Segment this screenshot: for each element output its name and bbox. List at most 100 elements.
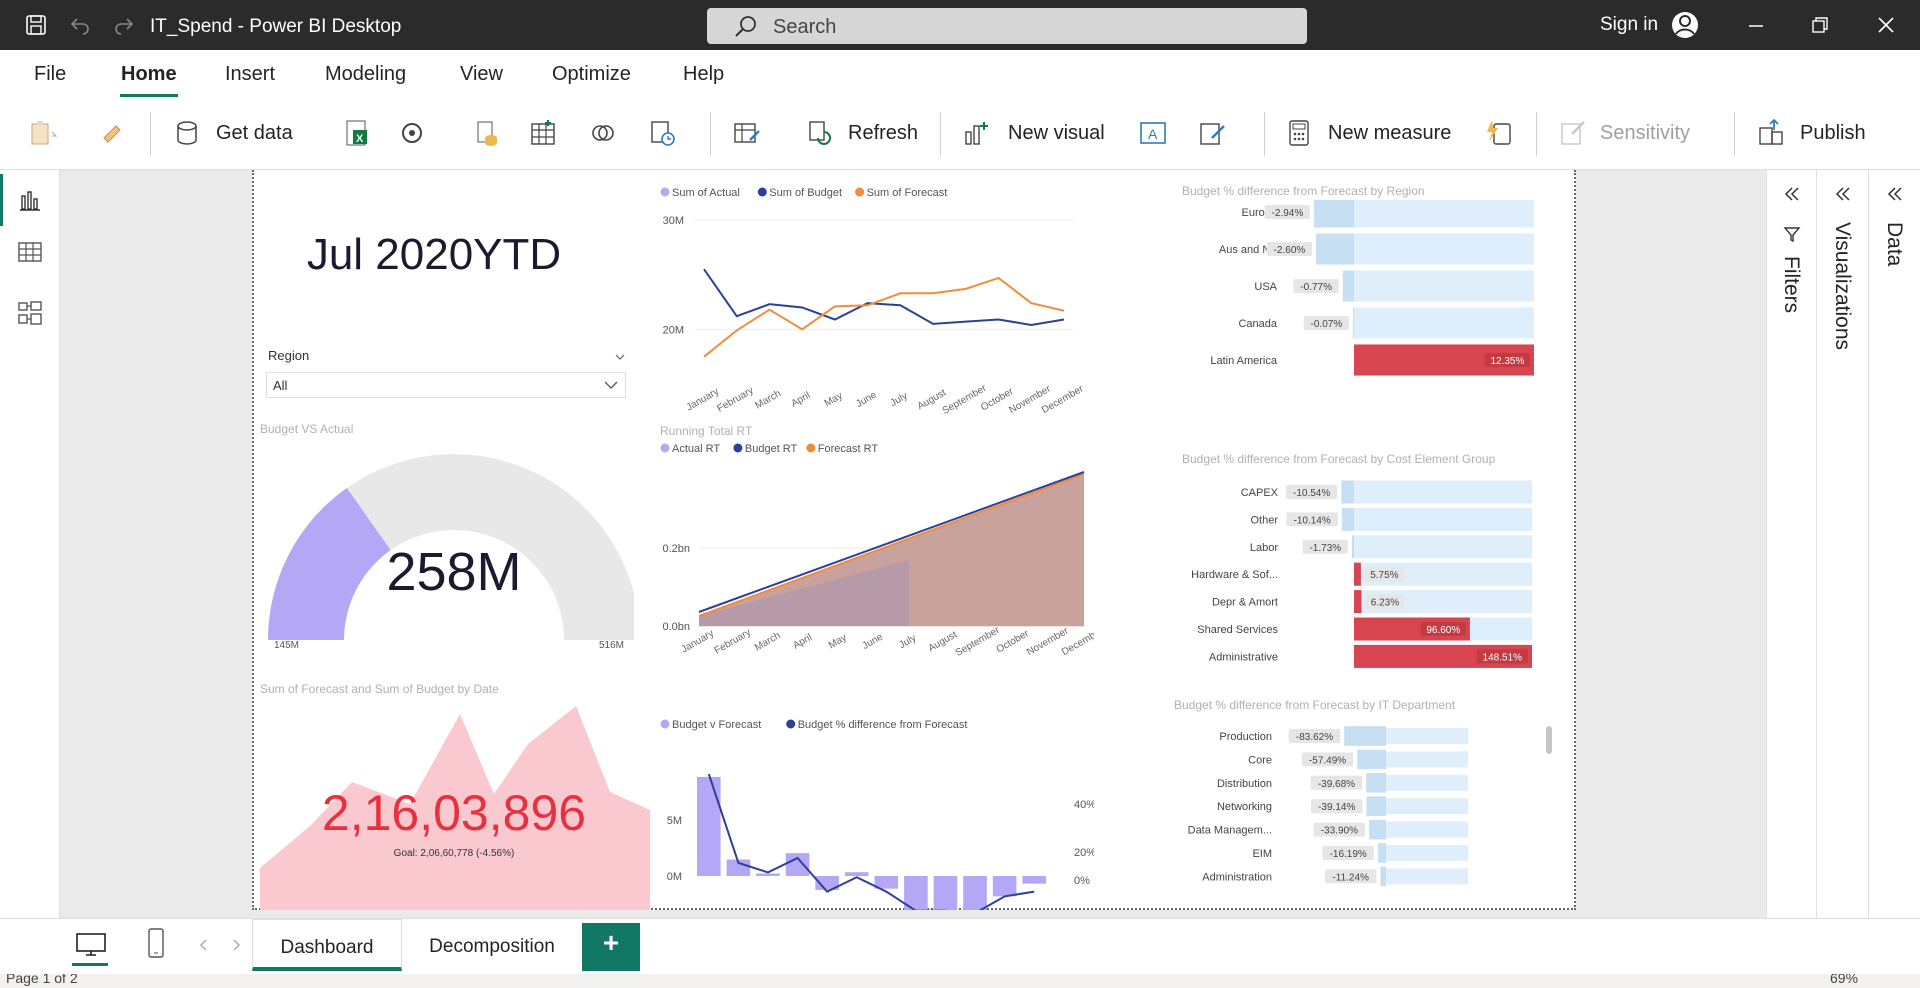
excel-icon[interactable]: X [342, 118, 372, 148]
recent-sources-icon[interactable] [588, 118, 618, 148]
refresh-icon[interactable] [804, 118, 834, 148]
x-tick-label: July [889, 391, 910, 409]
quick-measure-icon[interactable] [1484, 118, 1514, 148]
category-label: Latin America [1210, 355, 1278, 367]
more-visuals-icon[interactable] [1198, 118, 1228, 148]
legend-marker [806, 443, 816, 453]
slicer-dropdown[interactable]: All [266, 372, 626, 398]
new-visual-icon[interactable] [962, 118, 992, 148]
gauge-chart[interactable]: 258M 145M 516M [254, 440, 634, 680]
tab-insert[interactable]: Insert [225, 63, 275, 86]
sensitivity-button[interactable]: Sensitivity [1600, 122, 1690, 145]
data-label: 96.60% [1426, 625, 1460, 636]
svg-text:A: A [1148, 126, 1158, 142]
close-icon[interactable] [1876, 15, 1896, 35]
chevron-left-icon[interactable] [198, 937, 210, 953]
enter-data-icon[interactable] [528, 118, 558, 148]
visualizations-pane[interactable]: Visualizations [1816, 170, 1868, 918]
bar [785, 853, 810, 876]
collapse-icon[interactable] [1782, 184, 1802, 204]
collapse-icon[interactable] [1885, 184, 1905, 204]
mobile-layout-icon[interactable] [146, 927, 166, 959]
tab-home[interactable]: Home [121, 63, 177, 86]
filters-label: Filters [1780, 256, 1803, 314]
visual-scrollbar[interactable] [1546, 726, 1552, 754]
budget-forecast-line-chart[interactable]: Sum of Actual Sum of Budget Sum of Forecas… [654, 184, 1094, 414]
data-label: -0.77% [1300, 282, 1332, 293]
category-label: Other [1250, 514, 1278, 526]
page-tab-decomposition[interactable]: Decomposition [410, 919, 574, 971]
table-view-icon[interactable] [17, 240, 43, 264]
tab-help[interactable]: Help [683, 63, 724, 86]
sql-server-icon[interactable] [472, 118, 502, 148]
paste-icon[interactable] [28, 118, 58, 148]
legend-label: Budget % difference from Forecast [798, 719, 968, 731]
it-department-bar-chart[interactable]: Production -83.62% Core -57.49% Distribution… [1154, 722, 1504, 910]
chevron-down-icon[interactable] [614, 352, 626, 362]
format-painter-icon[interactable] [98, 118, 128, 148]
ribbon-separator [1734, 112, 1735, 156]
it-chart-title: Budget % difference from Forecast by IT … [1174, 698, 1456, 712]
bar [1316, 233, 1354, 265]
new-visual-button[interactable]: New visual [1008, 122, 1105, 145]
bar [1022, 876, 1046, 884]
add-page-button[interactable]: + [582, 923, 640, 971]
collapse-icon[interactable] [1833, 184, 1853, 204]
category-label: CAPEX [1241, 487, 1279, 499]
legend-marker [733, 443, 743, 453]
x-tick-label: March [753, 630, 783, 653]
transform-data-icon[interactable] [732, 118, 762, 148]
tab-modeling[interactable]: Modeling [325, 63, 406, 86]
model-view-icon[interactable] [17, 300, 43, 326]
bar [1354, 562, 1361, 586]
publish-button[interactable]: Publish [1800, 122, 1866, 145]
gauge-min-label: 145M [274, 640, 299, 651]
bar [1366, 796, 1386, 817]
series-line [703, 276, 1065, 358]
publish-icon[interactable] [1756, 118, 1786, 148]
account-icon[interactable] [1670, 10, 1700, 40]
page-tab-dashboard[interactable]: Dashboard [252, 919, 402, 971]
redo-icon[interactable] [112, 13, 136, 37]
sign-in-button[interactable]: Sign in [1600, 14, 1658, 36]
category-label: Distribution [1217, 778, 1272, 790]
search-input[interactable]: Search [707, 8, 1307, 44]
region-slicer[interactable]: Region All [266, 348, 626, 408]
restore-icon[interactable] [1810, 15, 1830, 35]
save-icon[interactable] [24, 13, 48, 37]
ytd-title: Jul 2020YTD [306, 230, 562, 279]
desktop-layout-icon[interactable] [74, 931, 108, 959]
minimize-icon[interactable] [1746, 15, 1766, 35]
chevron-right-icon[interactable] [230, 937, 242, 953]
undo-icon[interactable] [68, 13, 92, 37]
dataverse-icon[interactable] [398, 118, 428, 148]
ribbon: Get data X Refresh New visual A New meas… [0, 98, 1920, 255]
sensitivity-icon[interactable] [1558, 118, 1588, 148]
budget-combo-chart[interactable]: Budget v Forecast Budget % difference fro… [654, 716, 1094, 910]
new-measure-button[interactable]: New measure [1328, 122, 1451, 145]
running-total-area-chart[interactable]: Actual RT Budget RT Forecast RT 0.2bn 0.0bn J… [654, 440, 1094, 660]
calculator-icon[interactable] [1284, 118, 1314, 148]
report-view-icon[interactable] [17, 188, 43, 212]
x-tick-label: July [897, 633, 918, 651]
zoom-level[interactable]: 69% [1830, 974, 1858, 986]
tab-optimize[interactable]: Optimize [552, 63, 631, 86]
kpi-visual[interactable]: 2,16,03,896 Goal: 2,06,60,778 (-4.56%) [260, 700, 650, 910]
dataflow-icon[interactable] [648, 118, 678, 148]
tab-view[interactable]: View [460, 63, 503, 86]
legend-label: Sum of Actual [672, 187, 740, 199]
filters-pane[interactable]: Filters [1766, 170, 1816, 918]
database-icon[interactable] [172, 118, 202, 148]
bar [697, 776, 721, 876]
tab-file[interactable]: File [34, 63, 66, 86]
data-pane[interactable]: Data [1868, 170, 1920, 918]
bar [1342, 270, 1354, 302]
bar-track [1386, 751, 1468, 768]
category-label: Labor [1250, 542, 1278, 554]
text-box-icon[interactable]: A [1138, 118, 1168, 148]
refresh-button[interactable]: Refresh [848, 122, 918, 145]
get-data-button[interactable]: Get data [216, 122, 293, 145]
cost-element-bar-chart[interactable]: CAPEX -10.54% Other -10.14% Labor -1.73% Hardw… [1174, 476, 1534, 672]
legend-marker [786, 719, 796, 729]
region-bar-chart[interactable]: Europe-2.94%Aus and NZ-2.60%USA -0.77%Can… [1174, 200, 1534, 380]
